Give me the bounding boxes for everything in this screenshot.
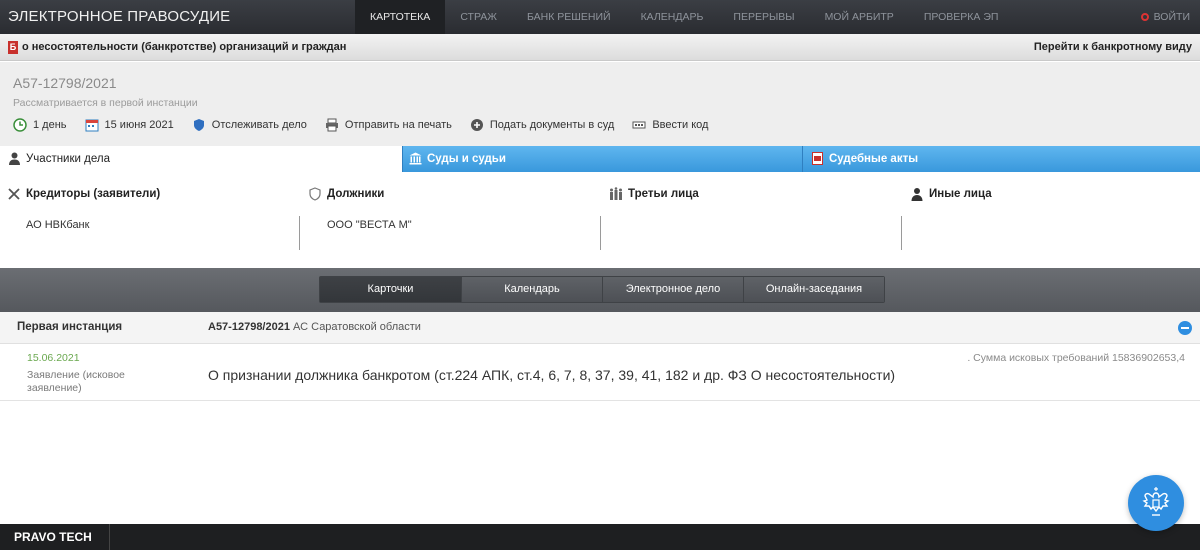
case-category-title: о несостоятельности (банкротстве) органи… — [22, 41, 347, 53]
days-counter: 1 день — [13, 118, 67, 132]
document-row: 15.06.2021 Заявление (исковое заявление)… — [0, 344, 1200, 401]
document-description[interactable]: О признании должника банкротом (ст.224 А… — [208, 367, 895, 383]
shield-icon — [309, 187, 321, 201]
view-calendar-button[interactable]: Календарь — [461, 277, 602, 302]
case-header: А57-12798/2021 Рассматривается в первой … — [0, 62, 1200, 146]
nav-item-check-signature[interactable]: ПРОВЕРКА ЭП — [909, 0, 1014, 34]
claim-sum: . Сумма исковых требований 15836902653,4 — [967, 352, 1185, 364]
bankruptcy-view-link[interactable]: Перейти к банкротному виду — [1034, 41, 1192, 53]
other-parties-column: Иные лица — [903, 172, 1200, 268]
instance-case-number: А57-12798/2021 — [208, 321, 290, 333]
track-case-button[interactable]: Отслеживать дело — [192, 118, 307, 132]
tab-court-acts[interactable]: Судебные акты — [802, 146, 1200, 172]
court-building-icon — [409, 152, 422, 165]
debtors-column: Должники ООО "ВЕСТА М" — [301, 172, 601, 268]
third-parties-header: Третьи лица — [628, 188, 699, 200]
nav-item-bank-resheniy[interactable]: БАНК РЕШЕНИЙ — [512, 0, 626, 34]
instance-header[interactable]: Первая инстанция А57-12798/2021 АС Сарат… — [0, 312, 1200, 344]
submit-documents-label: Подать документы в суд — [489, 119, 615, 131]
print-button[interactable]: Отправить на печать — [325, 118, 452, 132]
instance-court: АС Саратовской области — [293, 321, 421, 333]
crossed-swords-icon — [8, 188, 20, 200]
enter-code-button[interactable]: Ввести код — [632, 118, 708, 132]
nav-item-my-arbitr[interactable]: МОЙ АРБИТР — [810, 0, 909, 34]
pdf-icon — [812, 152, 823, 165]
tab-participants-label: Участники дела — [26, 153, 110, 165]
tab-courts-judges-label: Суды и судьи — [427, 153, 506, 165]
top-navigation-bar: ЭЛЕКТРОННОЕ ПРАВОСУДИЕ КАРТОТЕКА СТРАЖ Б… — [0, 0, 1200, 34]
view-switcher-band: Карточки Календарь Электронное дело Онла… — [0, 268, 1200, 312]
case-status: Рассматривается в первой инстанции — [13, 97, 198, 109]
case-category-bar: Б о несостоятельности (банкротстве) орга… — [0, 34, 1200, 61]
emblem-button[interactable] — [1128, 475, 1184, 531]
footer-bar: PRAVO TECH — [0, 524, 1200, 550]
nav-item-calendar[interactable]: КАЛЕНДАРЬ — [626, 0, 719, 34]
tab-court-acts-label: Судебные акты — [829, 153, 919, 165]
printer-icon — [325, 118, 338, 132]
case-tabs: Участники дела Суды и судьи Судебные акт… — [0, 146, 1200, 172]
tab-courts-judges[interactable]: Суды и судьи — [402, 146, 802, 172]
footer-brand[interactable]: PRAVO TECH — [0, 524, 110, 550]
column-divider — [901, 216, 902, 250]
keyboard-icon — [632, 121, 646, 129]
document-date: 15.06.2021 — [27, 352, 80, 364]
nav-item-strazh[interactable]: СТРАЖ — [445, 0, 512, 34]
login-label: ВОЙТИ — [1153, 11, 1190, 23]
instance-case-reference: А57-12798/2021 АС Саратовской области — [208, 321, 421, 333]
print-label: Отправить на печать — [344, 119, 452, 131]
collapse-icon[interactable] — [1178, 321, 1192, 335]
view-cards-button[interactable]: Карточки — [320, 277, 461, 302]
view-online-hearings-button[interactable]: Онлайн-заседания — [743, 277, 884, 302]
track-case-label: Отслеживать дело — [211, 119, 307, 131]
site-brand[interactable]: ЭЛЕКТРОННОЕ ПРАВОСУДИЕ — [8, 8, 230, 25]
days-counter-label: 1 день — [33, 119, 67, 131]
person-icon — [9, 152, 20, 165]
view-electronic-case-button[interactable]: Электронное дело — [602, 277, 743, 302]
person-icon — [911, 188, 923, 201]
nav-item-kartoteka[interactable]: КАРТОТЕКА — [355, 0, 446, 34]
plus-circle-icon — [470, 119, 483, 131]
case-number: А57-12798/2021 — [13, 75, 117, 91]
debtor-name[interactable]: ООО "ВЕСТА М" — [327, 219, 412, 231]
double-headed-eagle-icon — [1142, 487, 1170, 516]
column-divider — [600, 216, 601, 250]
main-nav: КАРТОТЕКА СТРАЖ БАНК РЕШЕНИЙ КАЛЕНДАРЬ П… — [355, 0, 1013, 34]
clock-back-icon — [13, 118, 27, 132]
third-parties-column: Третьи лица — [602, 172, 902, 268]
creditors-header: Кредиторы (заявители) — [26, 188, 161, 200]
power-icon — [1140, 13, 1149, 21]
shield-icon — [193, 119, 204, 131]
calendar-icon — [85, 119, 99, 132]
people-group-icon — [610, 187, 622, 200]
instance-label: Первая инстанция — [17, 321, 123, 333]
creditor-name[interactable]: АО НВКбанк — [26, 219, 89, 231]
participants-panel: Кредиторы (заявители) АО НВКбанк Должник… — [0, 172, 1200, 268]
view-switcher: Карточки Календарь Электронное дело Онла… — [319, 276, 885, 303]
submit-documents-button[interactable]: Подать документы в суд — [470, 118, 614, 132]
case-actions: 1 день 15 июня 2021 Отслеживать дело Отп… — [13, 118, 726, 132]
nav-item-breaks[interactable]: ПЕРЕРЫВЫ — [718, 0, 809, 34]
debtors-header: Должники — [327, 188, 385, 200]
login-button[interactable]: ВОЙТИ — [1140, 0, 1190, 34]
next-hearing-date-label: 15 июня 2021 — [104, 119, 174, 131]
enter-code-label: Ввести код — [652, 119, 709, 131]
next-hearing-date[interactable]: 15 июня 2021 — [85, 118, 174, 132]
other-parties-header: Иные лица — [929, 188, 992, 200]
creditors-column: Кредиторы (заявители) АО НВКбанк — [0, 172, 300, 268]
document-type: Заявление (исковое заявление) — [27, 369, 125, 394]
tab-participants[interactable]: Участники дела — [0, 146, 402, 172]
bankruptcy-badge-icon: Б — [8, 41, 18, 54]
column-divider — [299, 216, 300, 250]
